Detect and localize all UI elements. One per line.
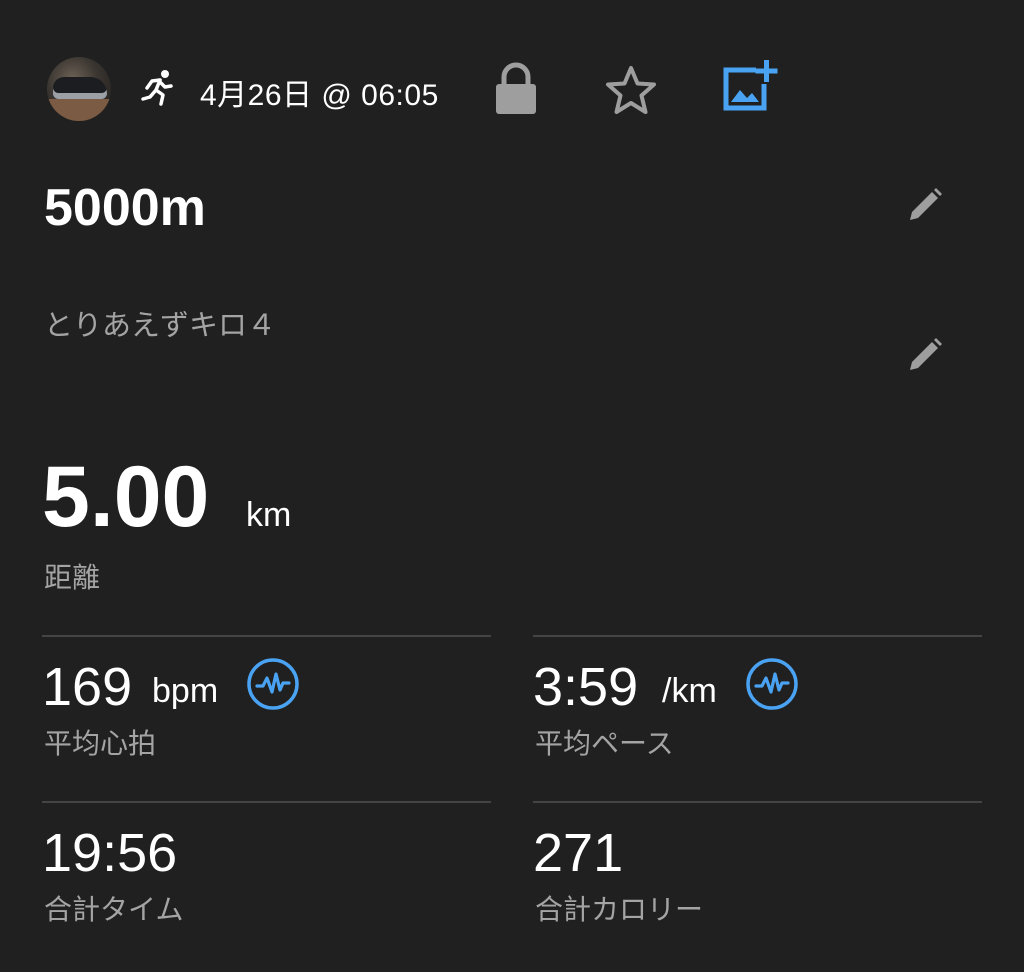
pace-chart-icon[interactable] — [745, 657, 799, 711]
edit-description-pencil-icon[interactable] — [904, 336, 944, 376]
distance-value: 5.00 — [42, 449, 210, 545]
star-icon[interactable] — [604, 64, 658, 116]
total-time-label: 合計タイム — [44, 894, 184, 925]
activity-description: とりあえずキロ４ — [44, 310, 277, 342]
activity-title: 5000m — [44, 179, 206, 237]
total-time-value: 19:56 — [42, 823, 178, 883]
avg-heart-rate-label: 平均心拍 — [44, 728, 157, 759]
total-calories-value: 271 — [533, 823, 624, 883]
add-photo-icon[interactable] — [720, 58, 780, 114]
divider — [42, 635, 491, 637]
total-calories-label: 合計カロリー — [535, 894, 704, 925]
avg-pace-unit: /km — [662, 672, 717, 710]
avatar-shoe — [53, 77, 107, 99]
lock-icon[interactable] — [492, 62, 540, 116]
running-icon — [141, 70, 173, 106]
distance-label: 距離 — [44, 562, 101, 593]
divider — [533, 635, 982, 637]
avg-heart-rate-unit: bpm — [152, 672, 219, 710]
distance-unit: km — [246, 496, 292, 534]
avatar-floor — [47, 99, 111, 121]
avatar[interactable] — [47, 57, 111, 121]
avg-pace-value: 3:59 — [533, 657, 639, 717]
edit-title-pencil-icon[interactable] — [904, 186, 944, 226]
activity-date: 4月26日 @ 06:05 — [200, 79, 439, 112]
avg-heart-rate-value: 169 — [42, 657, 133, 717]
avg-pace-label: 平均ペース — [535, 728, 674, 759]
heart-rate-chart-icon[interactable] — [246, 657, 300, 711]
divider — [533, 801, 982, 803]
divider — [42, 801, 491, 803]
